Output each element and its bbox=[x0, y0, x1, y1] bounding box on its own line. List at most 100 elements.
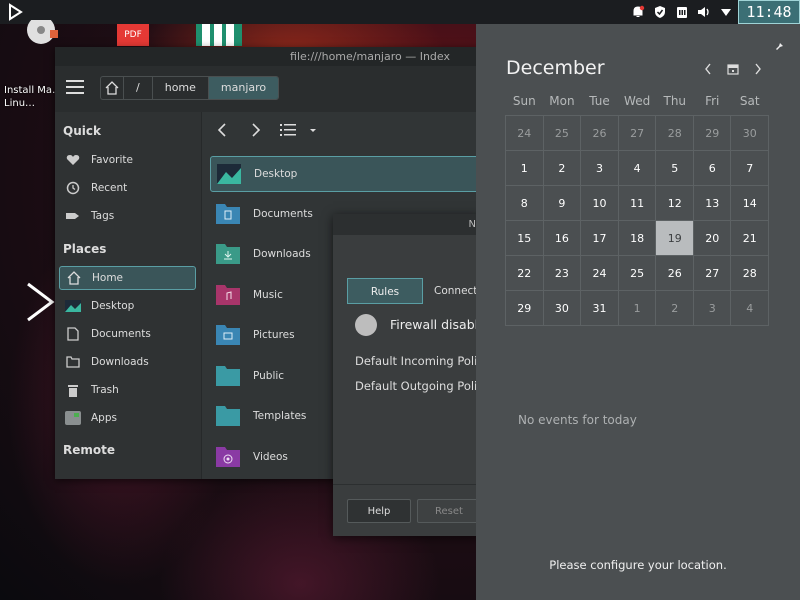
next-month-button[interactable] bbox=[750, 61, 766, 77]
calendar-day[interactable]: 25 bbox=[542, 115, 582, 151]
sidebar-item-label: Apps bbox=[91, 412, 117, 424]
downloads-folder-icon bbox=[216, 244, 240, 264]
shield-check-icon[interactable] bbox=[652, 4, 668, 20]
breadcrumb-root[interactable]: / bbox=[124, 77, 153, 99]
file-item-desktop[interactable]: Desktop bbox=[210, 156, 480, 192]
history-icon bbox=[65, 181, 81, 195]
desktop-folder-icon bbox=[217, 164, 241, 184]
calendar-day[interactable]: 26 bbox=[655, 255, 695, 291]
tab-rules[interactable]: Rules bbox=[347, 278, 423, 304]
notification-bell-icon[interactable] bbox=[630, 4, 646, 20]
breadcrumb-manjaro[interactable]: manjaro bbox=[208, 77, 279, 99]
calendar-day[interactable]: 4 bbox=[730, 290, 769, 326]
calendar-day[interactable]: 13 bbox=[693, 185, 732, 221]
sidebar-item-desktop[interactable]: Desktop bbox=[59, 294, 196, 318]
calendar-day[interactable]: 31 bbox=[580, 290, 619, 326]
location-message[interactable]: Please configure your location. bbox=[476, 558, 800, 572]
sidebar-item-trash[interactable]: Trash bbox=[59, 378, 196, 402]
calendar-day[interactable]: 28 bbox=[655, 115, 695, 151]
calendar-day[interactable]: 1 bbox=[505, 150, 544, 186]
calendar-day[interactable]: 18 bbox=[617, 220, 657, 256]
calendar-day[interactable]: 28 bbox=[730, 255, 769, 291]
pin-icon[interactable] bbox=[774, 42, 784, 52]
calendar-day[interactable]: 17 bbox=[580, 220, 619, 256]
calendar-day[interactable]: 29 bbox=[505, 290, 544, 326]
app-launcher-icon[interactable] bbox=[6, 3, 24, 21]
calendar-day[interactable]: 27 bbox=[617, 115, 657, 151]
calendar-day[interactable]: 20 bbox=[693, 220, 732, 256]
calendar-day[interactable]: 2 bbox=[542, 150, 582, 186]
calendar-day[interactable]: 24 bbox=[505, 115, 544, 151]
breadcrumb-home-dir[interactable]: home bbox=[153, 77, 209, 99]
sidebar-item-downloads[interactable]: Downloads bbox=[59, 350, 196, 374]
pdf-desktop-icon[interactable]: PDF bbox=[117, 24, 149, 46]
firewall-status: Firewall disabl bbox=[390, 317, 479, 332]
calendar-day[interactable]: 21 bbox=[730, 220, 769, 256]
document-icon bbox=[65, 327, 81, 341]
calendar-day[interactable]: 26 bbox=[580, 115, 619, 151]
calendar-day[interactable]: 9 bbox=[542, 185, 582, 221]
calendar-day[interactable]: 16 bbox=[542, 220, 582, 256]
calendar-day[interactable]: 7 bbox=[730, 150, 769, 186]
calendar-day[interactable]: 10 bbox=[580, 185, 619, 221]
calendar-day[interactable]: 1 bbox=[617, 290, 657, 326]
outgoing-policy-label: Default Outgoing Polic bbox=[355, 379, 480, 393]
today-button[interactable] bbox=[725, 61, 741, 77]
calendar-day[interactable]: 15 bbox=[505, 220, 544, 256]
calendar-day[interactable]: 29 bbox=[693, 115, 732, 151]
calendar-day[interactable]: 14 bbox=[730, 185, 769, 221]
calendar-day[interactable]: 12 bbox=[655, 185, 695, 221]
public-folder-icon bbox=[216, 366, 240, 386]
sidebar-item-documents[interactable]: Documents bbox=[59, 322, 196, 346]
calendar-week-row: 29 30 31 1 2 3 4 bbox=[505, 290, 769, 326]
clipboard-icon[interactable] bbox=[674, 4, 690, 20]
view-mode-button[interactable] bbox=[280, 120, 320, 140]
sidebar-item-recent[interactable]: Recent bbox=[59, 176, 196, 200]
network-icon[interactable] bbox=[718, 4, 734, 20]
calendar-day[interactable]: 22 bbox=[505, 255, 544, 291]
sidebar-item-apps[interactable]: Apps bbox=[59, 406, 196, 430]
calendar-day[interactable]: 27 bbox=[693, 255, 732, 291]
tag-icon bbox=[65, 209, 81, 223]
calendar-day[interactable]: 4 bbox=[617, 150, 657, 186]
play-cursor-icon bbox=[27, 282, 55, 322]
calendar-day[interactable]: 30 bbox=[542, 290, 582, 326]
weekday-label: Tue bbox=[589, 94, 610, 108]
forward-button[interactable] bbox=[246, 120, 266, 140]
sidebar-item-tags[interactable]: Tags bbox=[59, 204, 196, 228]
calendar-day[interactable]: 5 bbox=[655, 150, 695, 186]
calendar-day[interactable]: 30 bbox=[730, 115, 769, 151]
weekday-label: Mon bbox=[549, 94, 575, 108]
calendar-day[interactable]: 25 bbox=[617, 255, 657, 291]
tab-connections[interactable]: Connecti bbox=[434, 278, 480, 304]
calendar-day[interactable]: 11 bbox=[617, 185, 657, 221]
weekday-header-row: Sun Mon Tue Wed Thu Fri Sat bbox=[506, 87, 769, 116]
weekday-label: Sun bbox=[512, 94, 536, 108]
calendar-day[interactable]: 6 bbox=[693, 150, 732, 186]
clock[interactable]: 11:48 PM bbox=[738, 0, 800, 43]
system-tray bbox=[630, 3, 734, 21]
menu-icon[interactable] bbox=[66, 80, 84, 94]
calendar-day[interactable]: 24 bbox=[580, 255, 619, 291]
sidebar-item-favorite[interactable]: Favorite bbox=[59, 148, 196, 172]
back-button[interactable] bbox=[212, 120, 232, 140]
previous-month-button[interactable] bbox=[700, 61, 716, 77]
sidebar-item-label: Home bbox=[92, 272, 124, 284]
calendar-day[interactable]: 3 bbox=[693, 290, 732, 326]
reset-button[interactable]: Reset bbox=[417, 499, 480, 523]
help-button[interactable]: Help bbox=[347, 499, 411, 523]
volume-icon[interactable] bbox=[696, 4, 712, 20]
trash-icon bbox=[65, 383, 81, 397]
manjaro-desktop-icon[interactable] bbox=[196, 24, 242, 46]
file-item-label: Public bbox=[253, 370, 285, 382]
breadcrumb-home[interactable] bbox=[101, 77, 124, 99]
firewall-toggle[interactable] bbox=[355, 314, 377, 336]
calendar-day[interactable]: 8 bbox=[505, 185, 544, 221]
weekday-label: Thu bbox=[663, 94, 687, 108]
sidebar-item-home[interactable]: Home bbox=[59, 266, 196, 290]
chevron-left-icon bbox=[217, 123, 226, 137]
calendar-day[interactable]: 23 bbox=[542, 255, 582, 291]
calendar-day-today[interactable]: 19 bbox=[655, 220, 695, 256]
calendar-day[interactable]: 2 bbox=[655, 290, 695, 326]
calendar-day[interactable]: 3 bbox=[580, 150, 619, 186]
